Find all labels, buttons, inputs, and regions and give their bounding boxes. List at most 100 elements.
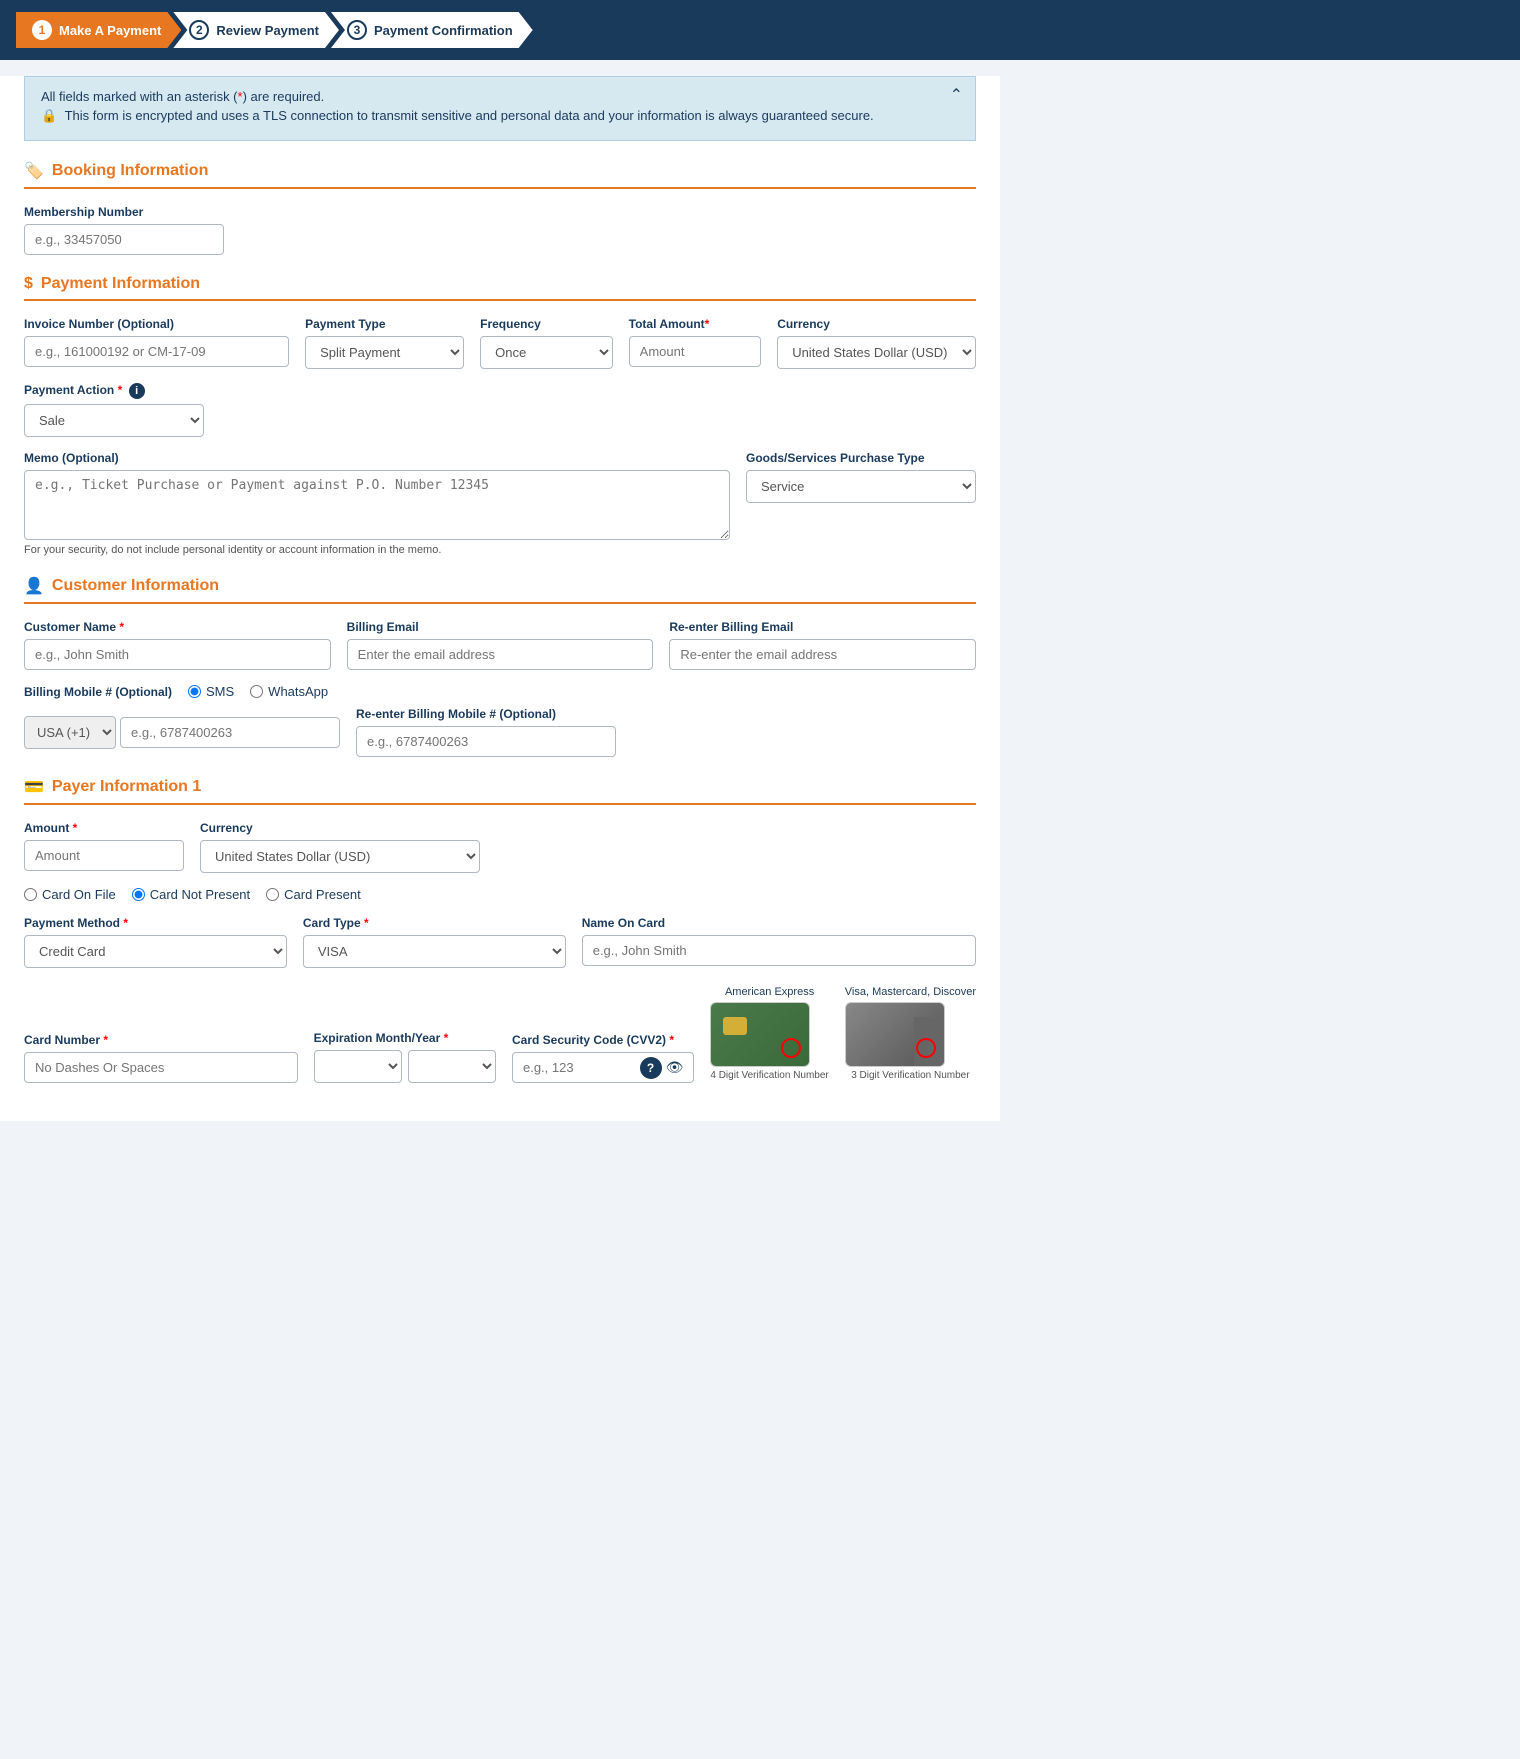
memo-label: Memo (Optional) <box>24 451 730 465</box>
whatsapp-radio-label[interactable]: WhatsApp <box>250 684 328 699</box>
card-number-input[interactable] <box>24 1052 298 1083</box>
payer-currency-group: Currency United States Dollar (USD) Euro… <box>200 821 480 873</box>
payment-method-select[interactable]: Credit Card Bank Transfer PayPal <box>24 935 287 968</box>
visa-verification-label: 3 Digit Verification Number <box>845 1070 976 1081</box>
mobile-number-input[interactable] <box>120 717 340 748</box>
membership-number-group: Membership Number <box>24 205 224 255</box>
amex-chip <box>723 1017 747 1035</box>
step-3[interactable]: 3 Payment Confirmation <box>331 12 533 48</box>
customer-name-label: Customer Name * <box>24 620 331 634</box>
collapse-button[interactable]: ⌃ <box>950 85 963 105</box>
dollar-icon: $ <box>24 275 33 293</box>
currency-group: Currency United States Dollar (USD) Euro… <box>777 317 976 369</box>
memo-row: Memo (Optional) For your security, do no… <box>24 451 976 556</box>
billing-mobile-label: Billing Mobile # (Optional) <box>24 685 172 699</box>
card-not-present-radio[interactable] <box>132 888 145 901</box>
re-billing-email-input[interactable] <box>669 639 976 670</box>
step-1[interactable]: 1 Make A Payment <box>16 12 181 48</box>
expiration-required: * <box>444 1031 449 1045</box>
payment-method-group: Payment Method * Credit Card Bank Transf… <box>24 916 287 968</box>
frequency-group: Frequency Once Monthly Weekly <box>480 317 613 369</box>
sms-radio[interactable] <box>188 685 201 698</box>
payment-type-select[interactable]: Split Payment Full Payment <box>305 336 464 369</box>
memo-security-note: For your security, do not include person… <box>24 544 730 556</box>
invoice-number-input[interactable] <box>24 336 289 367</box>
booking-icon: 🏷️ <box>24 161 44 181</box>
mobile-label-row: Billing Mobile # (Optional) SMS WhatsApp <box>24 684 976 699</box>
payment-info-row-1: Invoice Number (Optional) Payment Type S… <box>24 317 976 369</box>
card-present-radio[interactable] <box>266 888 279 901</box>
whatsapp-radio[interactable] <box>250 685 263 698</box>
info-bar: ⌃ All fields marked with an asterisk (*)… <box>24 76 976 141</box>
card-on-file-radio[interactable] <box>24 888 37 901</box>
payment-info-title: Payment Information <box>41 275 200 293</box>
cvv-label: Card Security Code (CVV2) * <box>512 1033 694 1047</box>
card-number-label: Card Number * <box>24 1033 298 1047</box>
memo-group: Memo (Optional) For your security, do no… <box>24 451 730 556</box>
payer-amount-required: * <box>73 821 78 835</box>
sms-whatsapp-radio-group: SMS WhatsApp <box>188 684 328 699</box>
re-mobile-label: Re-enter Billing Mobile # (Optional) <box>356 707 616 721</box>
step-1-number: 1 <box>32 20 52 40</box>
sms-label: SMS <box>206 684 234 699</box>
payer-info-section-header: 💳 Payer Information 1 <box>24 777 976 805</box>
card-type-label: Card Type * <box>303 916 566 930</box>
sms-radio-label[interactable]: SMS <box>188 684 234 699</box>
payment-action-info-icon[interactable]: i <box>129 383 145 399</box>
step-2[interactable]: 2 Review Payment <box>173 12 339 48</box>
goods-services-select[interactable]: Service Goods Other <box>746 470 976 503</box>
currency-label: Currency <box>777 317 976 331</box>
expiration-year-select[interactable]: 2024 2025 2026 2027 2028 2029 2030 <box>408 1050 496 1083</box>
whatsapp-label: WhatsApp <box>268 684 328 699</box>
card-present-label[interactable]: Card Present <box>266 887 361 902</box>
card-presence-radio-group: Card On File Card Not Present Card Prese… <box>24 887 976 902</box>
cvv-input[interactable] <box>519 1055 640 1080</box>
step-3-number: 3 <box>347 20 367 40</box>
card-on-file-label[interactable]: Card On File <box>24 887 116 902</box>
re-mobile-input[interactable] <box>356 726 616 757</box>
security-note: 🔒 This form is encrypted and uses a TLS … <box>41 108 959 124</box>
payment-action-label: Payment Action * i <box>24 383 204 399</box>
booking-section-header: 🏷️ Booking Information <box>24 161 976 189</box>
visa-card-label: Visa, Mastercard, Discover <box>845 986 976 998</box>
cvv-help-button[interactable]: ? <box>640 1057 662 1079</box>
payment-action-row: Payment Action * i Sale Authorization <box>24 383 976 437</box>
step-2-number: 2 <box>189 20 209 40</box>
card-not-present-label[interactable]: Card Not Present <box>132 887 250 902</box>
payment-action-group: Payment Action * i Sale Authorization <box>24 383 204 437</box>
currency-select[interactable]: United States Dollar (USD) Euro (EUR) Br… <box>777 336 976 369</box>
card-type-select[interactable]: VISA Mastercard Amex Discover <box>303 935 566 968</box>
expiration-month-select[interactable]: 01 02 03 04 05 06 07 08 09 10 11 12 <box>314 1050 402 1083</box>
main-content: ⌃ All fields marked with an asterisk (*)… <box>0 76 1000 1121</box>
steps-bar: 1 Make A Payment 2 Review Payment 3 Paym… <box>0 0 1520 60</box>
payer-currency-select[interactable]: United States Dollar (USD) Euro (EUR) <box>200 840 480 873</box>
amex-card-visual <box>710 1002 810 1067</box>
total-amount-required: * <box>705 317 710 331</box>
frequency-select[interactable]: Once Monthly Weekly <box>480 336 613 369</box>
payer-amount-input[interactable] <box>24 840 184 871</box>
customer-name-row: Customer Name * Billing Email Re-enter B… <box>24 620 976 670</box>
billing-email-input[interactable] <box>347 639 654 670</box>
card-present-text: Card Present <box>284 887 361 902</box>
card-not-present-text: Card Not Present <box>150 887 250 902</box>
membership-number-input[interactable] <box>24 224 224 255</box>
step-1-label: Make A Payment <box>59 23 161 38</box>
customer-name-input[interactable] <box>24 639 331 670</box>
mobile-section: Billing Mobile # (Optional) SMS WhatsApp… <box>24 684 976 757</box>
name-on-card-group: Name On Card <box>582 916 976 968</box>
card-type-group: Card Type * VISA Mastercard Amex Discove… <box>303 916 566 968</box>
payer-currency-label: Currency <box>200 821 480 835</box>
visa-card-visual <box>845 1002 945 1067</box>
country-code-select[interactable]: USA (+1) <box>24 716 116 749</box>
cvv-visibility-button[interactable]: 👁 <box>662 1057 688 1078</box>
total-amount-input[interactable] <box>629 336 762 367</box>
payer-amount-row: Amount * Currency United States Dollar (… <box>24 821 976 873</box>
card-number-group: Card Number * <box>24 1033 298 1083</box>
invoice-number-label: Invoice Number (Optional) <box>24 317 289 331</box>
payment-info-section-header: $ Payment Information <box>24 275 976 301</box>
payment-action-select[interactable]: Sale Authorization <box>24 404 204 437</box>
payment-method-required: * <box>123 916 128 930</box>
card-number-row: Card Number * Expiration Month/Year * 01… <box>24 982 976 1083</box>
name-on-card-input[interactable] <box>582 935 976 966</box>
memo-textarea[interactable] <box>24 470 730 540</box>
